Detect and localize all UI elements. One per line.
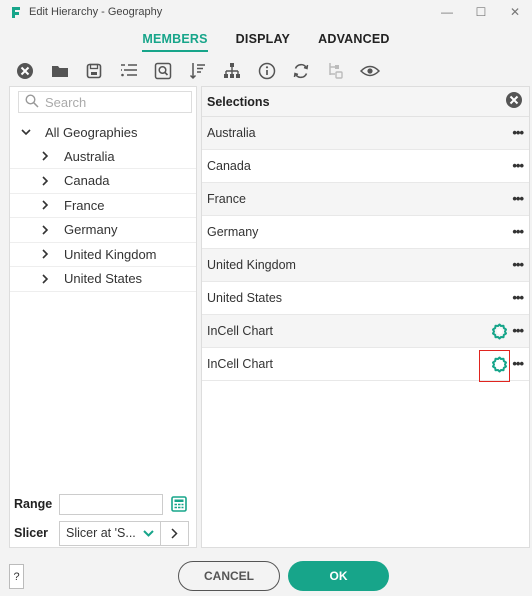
tree-node-germany[interactable]: Germany <box>10 218 196 243</box>
slicer-next-button[interactable] <box>161 520 189 546</box>
tree-node-root[interactable]: All Geographies <box>10 120 196 145</box>
tab-members[interactable]: MEMBERS <box>142 32 208 52</box>
slicer-select[interactable]: Slicer at 'S... <box>59 520 161 546</box>
members-panel: Search All Geographies Australia Canada … <box>9 86 197 548</box>
tree-node-label: All Geographies <box>45 124 138 140</box>
minimize-button[interactable]: — <box>430 0 464 24</box>
selection-row[interactable]: United States ••• <box>202 282 529 315</box>
cancel-button[interactable]: CANCEL <box>178 561 280 591</box>
tree-node-canada[interactable]: Canada <box>10 169 196 194</box>
selection-label: Australia <box>207 126 256 140</box>
tree-node-label: Canada <box>64 173 110 189</box>
selections-panel: Selections Australia ••• Canada ••• France ••… <box>201 86 530 548</box>
tree-node-australia[interactable]: Australia <box>10 145 196 169</box>
selection-label: France <box>207 192 246 206</box>
selection-label: Germany <box>207 225 259 239</box>
more-options-icon[interactable]: ••• <box>512 258 524 272</box>
clear-icon[interactable] <box>8 59 43 83</box>
selection-row[interactable]: United Kingdom ••• <box>202 249 529 282</box>
more-options-icon[interactable]: ••• <box>512 159 524 173</box>
more-options-icon[interactable]: ••• <box>512 357 524 371</box>
sort-icon[interactable] <box>181 59 216 83</box>
search-placeholder: Search <box>45 94 87 110</box>
selection-row[interactable]: Canada ••• <box>202 150 529 183</box>
selections-title: Selections <box>207 94 270 109</box>
chevron-right-icon[interactable] <box>38 200 52 210</box>
chevron-right-icon[interactable] <box>38 176 52 186</box>
tree-node-united-kingdom[interactable]: United Kingdom <box>10 243 196 267</box>
tree-node-label: Germany <box>64 222 118 238</box>
highlight-box <box>479 350 510 382</box>
tree-node-label: United Kingdom <box>64 246 157 262</box>
range-input[interactable] <box>59 493 163 515</box>
more-options-icon[interactable]: ••• <box>512 324 524 338</box>
ok-button[interactable]: OK <box>288 561 389 591</box>
tree-node-united-states[interactable]: United States <box>10 267 196 292</box>
selection-label: Canada <box>207 159 251 173</box>
selection-row[interactable]: France ••• <box>202 183 529 216</box>
range-row: Range <box>10 491 196 517</box>
selection-label: InCell Chart <box>207 357 273 371</box>
selection-label: United Kingdom <box>207 258 296 272</box>
more-options-icon[interactable]: ••• <box>512 225 524 239</box>
filter-list-icon[interactable] <box>112 59 147 83</box>
slicer-row: Slicer Slicer at 'S... <box>10 519 196 547</box>
app-logo-icon <box>9 5 23 19</box>
window-title: Edit Hierarchy - Geography <box>29 6 163 18</box>
tree-disabled-icon <box>319 59 354 83</box>
selection-row[interactable]: InCell Chart ••• <box>202 315 529 348</box>
calculator-icon[interactable] <box>171 496 187 512</box>
tree-node-france[interactable]: France <box>10 194 196 218</box>
member-tree: All Geographies Australia Canada France … <box>10 120 196 292</box>
chevron-down-icon[interactable] <box>143 529 154 537</box>
selection-row[interactable]: Germany ••• <box>202 216 529 249</box>
more-options-icon[interactable]: ••• <box>512 192 524 206</box>
info-icon[interactable] <box>250 59 285 83</box>
maximize-button[interactable]: ☐ <box>464 0 498 24</box>
selection-row[interactable]: Australia ••• <box>202 117 529 150</box>
tab-advanced[interactable]: ADVANCED <box>318 32 390 52</box>
hierarchy-icon[interactable] <box>215 59 250 83</box>
selection-label: InCell Chart <box>207 324 273 338</box>
clear-selections-icon[interactable] <box>505 91 523 112</box>
tree-node-label: United States <box>64 271 143 287</box>
slicer-label: Slicer <box>14 526 49 540</box>
chevron-down-icon[interactable] <box>19 129 33 136</box>
tree-node-label: France <box>64 197 105 213</box>
help-button[interactable]: ? <box>9 564 24 589</box>
chevron-right-icon[interactable] <box>38 274 52 284</box>
folder-icon[interactable] <box>43 59 78 83</box>
refresh-icon[interactable] <box>284 59 319 83</box>
tree-node-label: Australia <box>64 148 115 164</box>
more-options-icon[interactable]: ••• <box>512 291 524 305</box>
tab-display[interactable]: DISPLAY <box>236 32 290 52</box>
toolbar <box>0 58 532 84</box>
close-window-button[interactable]: ✕ <box>498 0 532 24</box>
chevron-right-icon[interactable] <box>38 249 52 259</box>
chevron-right-icon[interactable] <box>38 151 52 161</box>
selection-row[interactable]: InCell Chart ••• <box>202 348 529 382</box>
title-bar: Edit Hierarchy - Geography — ☐ ✕ <box>0 0 532 24</box>
search-input[interactable]: Search <box>18 91 192 113</box>
slicer-value: Slicer at 'S... <box>66 526 136 540</box>
selection-label: United States <box>207 291 283 305</box>
range-label: Range <box>14 497 53 511</box>
more-options-icon[interactable]: ••• <box>512 126 524 140</box>
tab-bar: MEMBERS DISPLAY ADVANCED <box>0 32 532 54</box>
gear-icon[interactable] <box>491 323 508 340</box>
selections-header: Selections <box>202 87 529 117</box>
save-icon[interactable] <box>77 59 112 83</box>
eye-icon[interactable] <box>353 59 388 83</box>
chevron-right-icon[interactable] <box>38 225 52 235</box>
search-icon <box>25 93 39 111</box>
search-zoom-icon[interactable] <box>146 59 181 83</box>
